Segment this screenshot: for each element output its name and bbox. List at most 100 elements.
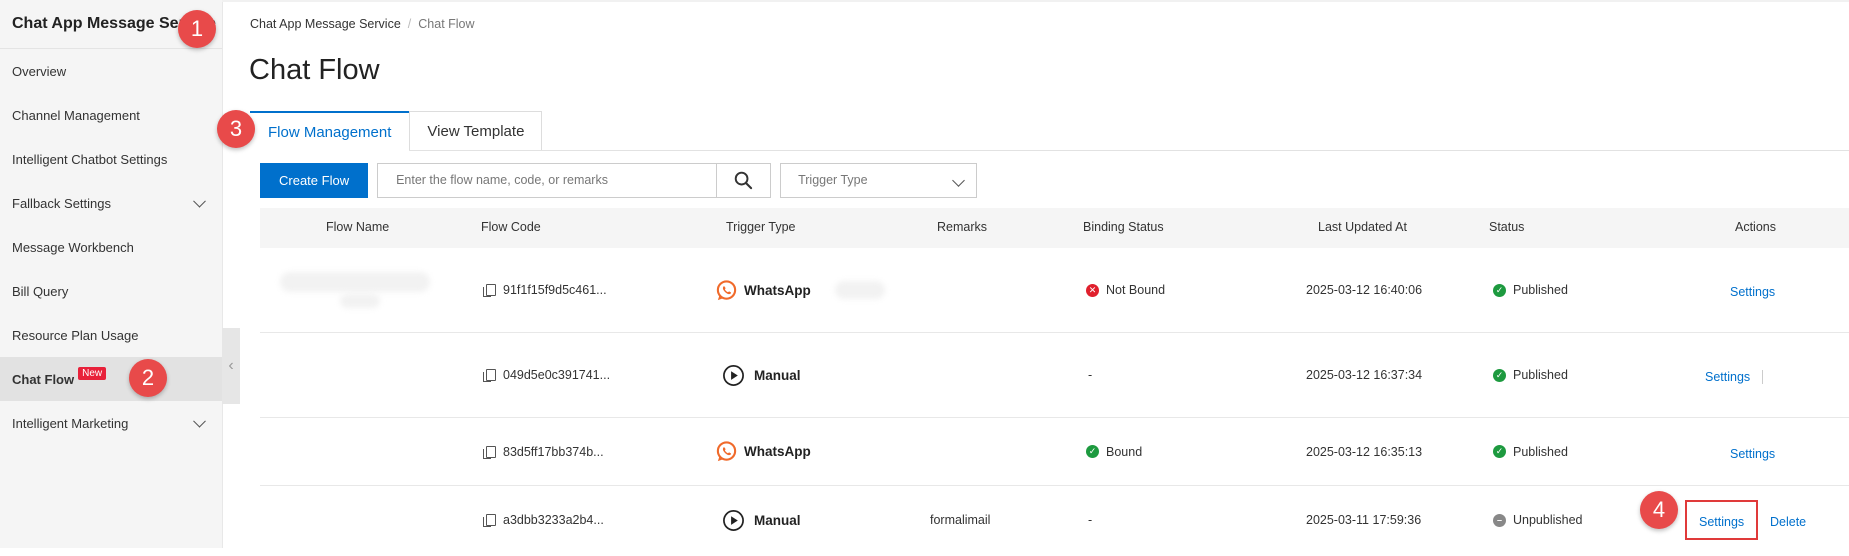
settings-link-label: Settings xyxy=(1730,446,1776,461)
flow-code-cell[interactable]: 91f1f15f9d5c461... xyxy=(483,248,607,332)
status-cell: – Unpublished xyxy=(1493,486,1583,554)
status-cell: ✓ Published xyxy=(1493,418,1568,485)
highlight-box xyxy=(1685,500,1758,540)
toolbar: Create Flow Trigger Type xyxy=(260,162,978,198)
sidebar-item-channel-management[interactable]: Channel Management xyxy=(0,93,222,137)
sidebar-item-intelligent-chatbot-settings[interactable]: Intelligent Chatbot Settings xyxy=(0,137,222,181)
sidebar-item-resource-plan-usage[interactable]: Resource Plan Usage xyxy=(0,313,222,357)
search-icon xyxy=(734,171,753,189)
flow-code: 83d5ff17bb374b... xyxy=(503,444,604,459)
sidebar-collapse-handle[interactable]: ‹ xyxy=(222,328,240,404)
status-label: Published xyxy=(1513,444,1568,459)
column-header-flow-code: Flow Code xyxy=(481,220,541,234)
remarks: formalimail xyxy=(930,513,991,527)
sidebar-item-fallback-settings[interactable]: Fallback Settings xyxy=(0,181,222,225)
breadcrumb-current: Chat Flow xyxy=(418,17,475,31)
table-row: 91f1f15f9d5c461... WhatsApp ✕ Not Bound 2… xyxy=(260,248,1849,333)
action-divider xyxy=(1762,370,1764,384)
redacted-flow-name xyxy=(280,272,430,292)
sidebar-item-label: Fallback Settings xyxy=(12,195,111,211)
chevron-down-icon xyxy=(193,414,206,428)
settings-link[interactable]: Settings xyxy=(1730,250,1775,334)
check-icon: ✓ xyxy=(1493,283,1506,297)
table-row: a3dbb3233a2b4... Manual formalimail - 20… xyxy=(260,486,1849,554)
column-header-flow-name: Flow Name xyxy=(326,220,390,234)
column-header-trigger-type: Trigger Type xyxy=(726,220,796,234)
redacted-remarks xyxy=(835,281,885,299)
column-header-remarks: Remarks xyxy=(937,220,988,234)
delete-link[interactable]: Delete xyxy=(1770,488,1806,556)
copy-icon[interactable] xyxy=(483,369,496,382)
minus-icon: – xyxy=(1493,513,1506,527)
whatsapp-icon xyxy=(716,441,737,462)
binding-status: - xyxy=(1088,368,1093,382)
copy-icon[interactable] xyxy=(483,514,496,527)
breadcrumb: Chat App Message Service / Chat Flow xyxy=(250,17,475,31)
new-badge: New xyxy=(78,366,107,380)
sidebar-item-overview[interactable]: Overview xyxy=(0,49,222,93)
trigger-type-cell: Manual xyxy=(722,333,801,417)
updated-at: 2025-03-11 17:59:36 xyxy=(1306,513,1422,527)
copy-icon[interactable] xyxy=(483,284,496,297)
sidebar-item-label: Bill Query xyxy=(12,283,69,299)
tab-flow-management[interactable]: Flow Management xyxy=(250,111,410,151)
updated-at: 2025-03-12 16:37:34 xyxy=(1306,368,1423,382)
trigger-type: WhatsApp xyxy=(744,444,811,459)
trigger-type-placeholder: Trigger Type xyxy=(798,173,868,187)
annotation-marker-4: 4 xyxy=(1640,491,1678,529)
status-label: Unpublished xyxy=(1513,513,1583,527)
binding-status: Bound xyxy=(1106,444,1143,459)
updated-at: 2025-03-12 16:35:13 xyxy=(1306,444,1423,459)
flow-code-cell[interactable]: a3dbb3233a2b4... xyxy=(483,486,604,554)
trigger-type-cell: WhatsApp xyxy=(715,418,811,485)
chevron-left-icon: ‹ xyxy=(228,357,234,374)
settings-link[interactable]: Settings xyxy=(1730,420,1775,487)
check-icon: ✓ xyxy=(1493,368,1506,382)
sidebar: Chat App Message Service Overview Channe… xyxy=(0,0,223,548)
flow-code: 91f1f15f9d5c461... xyxy=(503,283,607,297)
sidebar-item-label: Channel Management xyxy=(12,107,140,123)
copy-icon[interactable] xyxy=(483,445,496,459)
sidebar-item-label: Intelligent Chatbot Settings xyxy=(12,151,168,167)
sidebar-item-bill-query[interactable]: Bill Query xyxy=(0,269,222,313)
column-header-actions: Actions xyxy=(1735,220,1776,234)
binding-status-cell: ✕ Not Bound xyxy=(1086,248,1165,332)
flow-code: 049d5e0c391741... xyxy=(503,368,611,382)
tab-view-template[interactable]: View Template xyxy=(409,111,543,150)
sidebar-item-intelligent-marketing[interactable]: Intelligent Marketing xyxy=(0,401,222,445)
sidebar-item-message-workbench[interactable]: Message Workbench xyxy=(0,225,222,269)
settings-link-label: Settings xyxy=(1705,370,1751,384)
annotation-marker-3: 3 xyxy=(217,110,255,148)
flow-code-cell[interactable]: 83d5ff17bb374b... xyxy=(483,418,604,485)
flow-code-cell[interactable]: 049d5e0c391741... xyxy=(483,333,611,417)
trigger-type: Manual xyxy=(754,367,801,383)
chevron-down-icon xyxy=(952,173,965,187)
annotation-marker-1: 1 xyxy=(178,10,216,48)
binding-status: Not Bound xyxy=(1106,283,1166,297)
column-header-binding-status: Binding Status xyxy=(1083,220,1164,234)
search-button[interactable] xyxy=(716,163,770,197)
whatsapp-icon xyxy=(716,279,737,300)
trigger-type: Manual xyxy=(754,512,801,528)
sidebar-item-chat-flow[interactable]: Chat Flow New xyxy=(0,357,222,401)
error-icon: ✕ xyxy=(1086,283,1099,297)
table-header: Flow Name Flow Code Trigger Type Remarks… xyxy=(260,208,1849,248)
search-input[interactable] xyxy=(378,163,717,197)
play-circle-icon xyxy=(723,509,744,531)
tabs: Flow Management View Template xyxy=(250,111,543,151)
trigger-type-cell: WhatsApp xyxy=(715,248,811,332)
settings-link-label: Settings xyxy=(1730,285,1776,299)
page-title: Chat Flow xyxy=(249,54,380,86)
binding-status-cell: ✓ Bound xyxy=(1086,418,1142,485)
sidebar-item-label: Chat Flow xyxy=(12,371,75,387)
breadcrumb-root[interactable]: Chat App Message Service xyxy=(250,17,401,31)
annotation-marker-2: 2 xyxy=(129,359,167,397)
table-row: 83d5ff17bb374b... WhatsApp ✓ Bound 2025-0… xyxy=(260,418,1849,486)
play-circle-icon xyxy=(723,364,744,386)
top-divider xyxy=(222,0,1849,2)
trigger-type-select[interactable]: Trigger Type xyxy=(780,162,978,198)
sidebar-item-label: Resource Plan Usage xyxy=(12,327,139,343)
updated-at: 2025-03-12 16:40:06 xyxy=(1306,283,1423,297)
settings-link[interactable]: Settings xyxy=(1705,335,1764,419)
create-flow-button[interactable]: Create Flow xyxy=(260,162,369,198)
